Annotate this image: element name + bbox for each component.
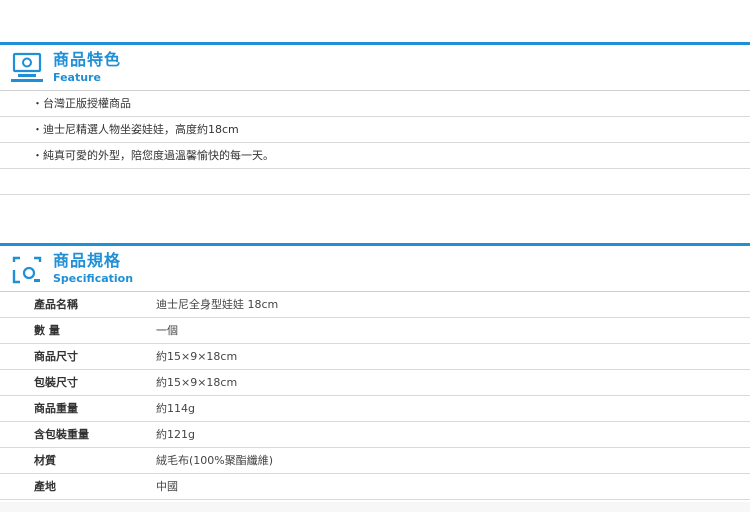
- spec-value: 一個: [154, 317, 750, 344]
- feature-empty-row: [0, 169, 750, 195]
- spec-value: 約121g: [154, 421, 750, 448]
- spec-row: 商品尺寸 約15×9×18cm: [0, 343, 750, 370]
- feature-subtitle: Feature: [53, 71, 101, 84]
- feature-list: ・台灣正版授權商品 ・迪士尼精選人物坐姿娃娃，高度約18cm ・純真可愛的外型，…: [0, 91, 750, 195]
- spec-value: 約15×9×18cm: [154, 343, 750, 370]
- spec-title: 商品規格: [53, 251, 122, 270]
- feature-title: 商品特色: [53, 50, 122, 69]
- spec-key: 含包裝重量: [0, 421, 154, 448]
- bottom-fade: [0, 502, 750, 512]
- feature-header: 商品特色 Feature: [0, 45, 750, 91]
- spec-row: 商品重量 約114g: [0, 395, 750, 422]
- spec-header: 商品規格 Specification: [0, 246, 750, 292]
- spec-key: 商品重量: [0, 395, 154, 422]
- spec-key: 數 量: [0, 317, 154, 344]
- spec-value: 絨毛布(100%聚酯纖維): [154, 447, 750, 474]
- spec-key: 包裝尺寸: [0, 369, 154, 396]
- spec-key: 產地: [0, 473, 154, 500]
- spec-row: 含包裝重量 約121g: [0, 421, 750, 448]
- spec-value: 中國: [154, 473, 750, 500]
- spec-row: 數 量一個: [0, 317, 750, 344]
- spec-row: 材質 絨毛布(100%聚酯纖維): [0, 447, 750, 474]
- spec-subtitle: Specification: [53, 272, 134, 285]
- spec-value: 迪士尼全身型娃娃 18cm: [154, 292, 750, 318]
- feature-item: ・台灣正版授權商品: [0, 91, 750, 117]
- feature-item: ・迪士尼精選人物坐姿娃娃，高度約18cm: [0, 117, 750, 143]
- spec-value: 約114g: [154, 395, 750, 422]
- feature-item: ・純真可愛的外型，陪您度過溫馨愉快的每一天。: [0, 143, 750, 169]
- spec-key: 材質: [0, 447, 154, 474]
- spec-row: 產地 中國: [0, 473, 750, 500]
- spec-key: 產品名稱: [0, 292, 154, 318]
- spec-value: 約15×9×18cm: [154, 369, 750, 396]
- feature-section: 商品特色 Feature ・台灣正版授權商品 ・迪士尼精選人物坐姿娃娃，高度約1…: [0, 42, 750, 195]
- spec-table: 產品名稱 迪士尼全身型娃娃 18cm 數 量一個 商品尺寸 約15×9×18cm 包裝尺寸…: [0, 292, 750, 500]
- camera-icon: [12, 256, 42, 284]
- spec-row: 包裝尺寸 約15×9×18cm: [0, 369, 750, 396]
- spec-key: 商品尺寸: [0, 343, 154, 370]
- monitor-icon: [11, 52, 43, 82]
- spec-section: 商品規格 Specification 產品名稱 迪士尼全身型娃娃 18cm 數 量一…: [0, 243, 750, 500]
- spec-row: 產品名稱 迪士尼全身型娃娃 18cm: [0, 292, 750, 318]
